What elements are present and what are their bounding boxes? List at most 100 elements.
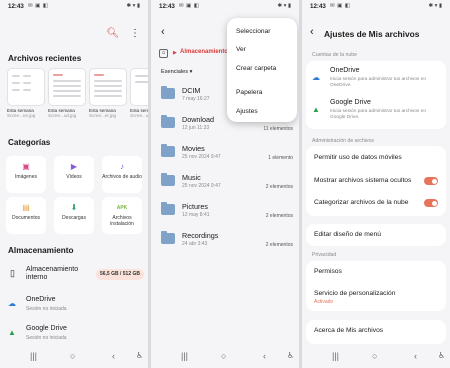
edit-menu-layout-setting[interactable]: Editar diseño de menú xyxy=(314,231,381,238)
category-audio[interactable]: ♪ Archivos de audio xyxy=(102,156,142,193)
folder-item[interactable]: Pictures 12 may 8:41 2 elementos xyxy=(159,200,293,226)
recents-button[interactable]: ||| xyxy=(30,351,37,361)
apk-icon: APK xyxy=(116,205,128,211)
folder-item[interactable]: Recordings 24 abr 3:43 2 elementos xyxy=(159,229,293,255)
menu-item-view[interactable]: Ver xyxy=(236,46,246,53)
more-options-icon[interactable]: ⋮ xyxy=(130,28,140,39)
recents-button[interactable]: ||| xyxy=(181,351,188,361)
folder-count: 2 elementos xyxy=(265,242,293,248)
back-button[interactable]: ‹ xyxy=(414,351,417,361)
menu-item-select[interactable]: Seleccionar xyxy=(236,28,270,35)
recent-thumbnail xyxy=(130,68,148,106)
category-label: Archivos instalación xyxy=(110,215,134,227)
folder-count: 2 elementos xyxy=(265,213,293,219)
battery-icon: ✱ ▾ ▮ xyxy=(126,3,140,9)
hidden-files-toggle[interactable] xyxy=(424,177,438,185)
onedrive-status: Sesión no iniciada xyxy=(26,306,67,312)
categorize-cloud-setting[interactable]: Categorizar archivos de la nube xyxy=(314,199,408,206)
breadcrumb[interactable]: Almacenamiento ir xyxy=(180,49,234,55)
home-button[interactable]: ○ xyxy=(372,351,377,361)
category-downloads[interactable]: ⬇ Descargas xyxy=(54,197,94,234)
recent-file[interactable]: Esta semana Scree...ul.jpg xyxy=(130,68,148,118)
folder-date: 24 abr 3:43 xyxy=(182,241,208,247)
privacy-header: Privacidad xyxy=(312,252,337,258)
home-folder-icon[interactable]: ⌂ xyxy=(159,49,168,58)
folder-item[interactable]: Music 25 nov 2024 9:47 2 elementos xyxy=(159,171,293,197)
accessibility-icon[interactable]: ♿︎ xyxy=(136,351,143,360)
category-install-files[interactable]: APK Archivos instalación xyxy=(102,197,142,234)
category-label: Descargas xyxy=(62,215,86,221)
file-management-card: Permitir uso de datos móviles Mostrar ar… xyxy=(306,146,446,216)
recent-filename: Scree...ud.jpg xyxy=(48,113,77,118)
notification-icons: ✉ ▣ ◧ xyxy=(179,3,200,9)
accessibility-icon[interactable]: ♿︎ xyxy=(287,351,294,360)
home-button[interactable]: ○ xyxy=(70,351,75,361)
folder-count: 11 elementos xyxy=(263,126,293,132)
mobile-data-setting[interactable]: Permitir uso de datos móviles xyxy=(314,154,402,161)
onedrive-label: OneDrive xyxy=(330,67,360,74)
google-drive-icon: ▲ xyxy=(8,328,16,337)
internal-storage-screen: 12:43 ✉ ▣ ◧ ✱ ▾ ▮ ‹ ⌂ ▶ Almacenamiento i… xyxy=(151,0,299,368)
categorize-cloud-toggle[interactable] xyxy=(424,199,438,207)
category-images[interactable]: ▣ Imágenes xyxy=(6,156,46,193)
category-documents[interactable]: ▤ Documentos xyxy=(6,197,46,234)
google-drive-account-item[interactable]: ▲ Google Drive Inicia sesión para admini… xyxy=(306,97,446,127)
category-label: Imágenes xyxy=(15,174,37,180)
recent-file[interactable]: Esta semana Scree...ne.jpg xyxy=(7,68,45,118)
battery-icon: ✱ ▾ ▮ xyxy=(428,3,442,9)
personalization-setting[interactable]: Servicio de personalización xyxy=(314,290,395,297)
folder-item[interactable]: Movies 25 nov 2024 9:47 1 elemento xyxy=(159,142,293,168)
categories-title: Categorías xyxy=(8,138,51,147)
notification-icons: ✉ ▣ ◧ xyxy=(28,3,49,9)
folder-icon xyxy=(161,173,175,186)
image-icon: ▣ xyxy=(22,162,30,171)
cloud-accounts-card: ☁ OneDrive Inicia sesión para administra… xyxy=(306,61,446,129)
menu-item-trash[interactable]: Papelera xyxy=(236,89,262,96)
category-videos[interactable]: ▶ Vídeos xyxy=(54,156,94,193)
google-drive-status: Sesión no iniciada xyxy=(26,335,67,341)
internal-storage-item[interactable]: ▯ Almacenamiento interno 56,5 GB / 512 G… xyxy=(8,266,144,284)
recents-button[interactable]: ||| xyxy=(332,351,339,361)
page-title: Ajustes de Mis archivos xyxy=(324,29,420,39)
back-button[interactable]: ‹ xyxy=(112,351,115,361)
accessibility-icon[interactable]: ♿︎ xyxy=(438,351,445,360)
category-label: Documentos xyxy=(11,215,41,221)
folder-name: Download xyxy=(182,115,214,124)
home-button[interactable]: ○ xyxy=(221,351,226,361)
back-arrow-icon[interactable]: ‹ xyxy=(161,26,165,38)
folder-icon xyxy=(161,144,175,157)
folder-name: Pictures xyxy=(182,202,208,211)
back-button[interactable]: ‹ xyxy=(263,351,266,361)
google-drive-item[interactable]: ▲ Google Drive Sesión no iniciada xyxy=(8,325,144,343)
menu-item-create-folder[interactable]: Crear carpeta xyxy=(236,65,276,72)
back-arrow-icon[interactable]: ‹ xyxy=(310,26,314,38)
internal-storage-label: Almacenamiento interno xyxy=(26,266,79,281)
folder-icon xyxy=(161,86,175,99)
folder-date: 12 jun 11:33 xyxy=(182,125,210,131)
system-nav-bar: ||| ○ ‹ ♿︎ xyxy=(151,348,299,368)
storage-usage-badge: 56,5 GB / 512 GB xyxy=(95,269,144,280)
status-bar: 12:43 ✉ ▣ ◧ ✱ ▾ ▮ xyxy=(6,3,142,13)
folder-name: Movies xyxy=(182,144,205,153)
category-label: Vídeos xyxy=(66,174,82,180)
about-setting[interactable]: Acerca de Mis archivos xyxy=(314,327,383,334)
onedrive-account-item[interactable]: ☁ OneDrive Inicia sesión para administra… xyxy=(306,65,446,95)
recent-file[interactable]: Esta semana Scree...ud.jpg xyxy=(48,68,86,118)
onedrive-item[interactable]: ☁ OneDrive Sesión no iniciada xyxy=(8,296,144,314)
onedrive-label: OneDrive xyxy=(26,296,56,303)
status-time: 12:43 xyxy=(8,3,24,10)
hidden-files-setting[interactable]: Mostrar archivos sistema ocultos xyxy=(314,177,411,184)
permissions-setting[interactable]: Permisos xyxy=(314,268,342,275)
menu-item-settings[interactable]: Ajustes xyxy=(236,108,258,115)
google-drive-label: Google Drive xyxy=(330,99,371,106)
sort-dropdown[interactable]: Esenciales ▾ xyxy=(161,69,192,75)
folder-date: 25 nov 2024 9:47 xyxy=(182,154,221,160)
search-icon[interactable]: 🔍︎ xyxy=(107,28,120,39)
folder-icon xyxy=(161,231,175,244)
folder-icon xyxy=(161,202,175,215)
recent-thumbnail xyxy=(48,68,86,106)
category-label: Archivos de audio xyxy=(102,174,142,180)
recent-file[interactable]: Esta semana Scree...er.jpg xyxy=(89,68,127,118)
battery-icon: ✱ ▾ ▮ xyxy=(277,3,291,9)
edit-menu-card: Editar diseño de menú xyxy=(306,224,446,246)
